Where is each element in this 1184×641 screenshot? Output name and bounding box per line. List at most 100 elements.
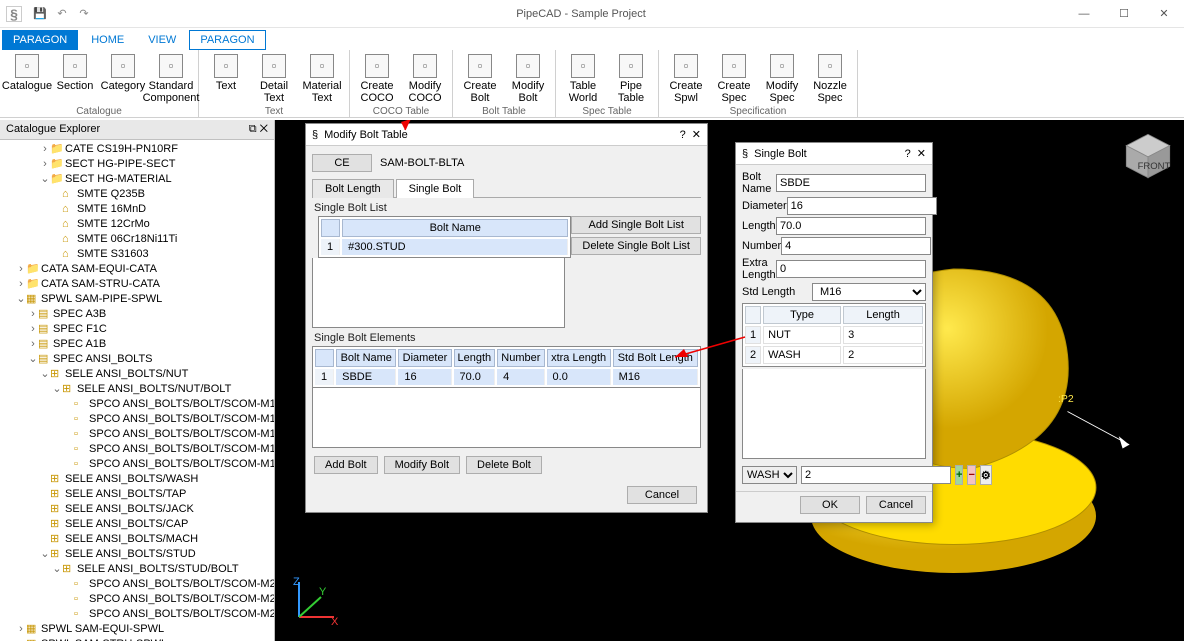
tree-node[interactable]: ⊞ SELE ANSI_BOLTS/MACH [4, 532, 274, 547]
settings-icon[interactable]: ⚙ [980, 465, 992, 485]
tree-node[interactable]: ▫ SPCO ANSI_BOLTS/BOLT/SCOM-M10 [4, 397, 274, 412]
tree-node[interactable]: ⊞ SELE ANSI_BOLTS/CAP [4, 517, 274, 532]
tree-node[interactable]: ›📁 SECT HG-PIPE-SECT [4, 157, 274, 172]
view-cube[interactable]: FRONT [1122, 130, 1174, 182]
tree-node[interactable]: ⌂ SMTE 06Cr18Ni11Ti [4, 232, 274, 247]
ribbon-material-text[interactable]: ▫MaterialText [299, 52, 345, 104]
field-2-input[interactable] [776, 217, 926, 235]
tree-node[interactable]: ⌄⊞ SELE ANSI_BOLTS/NUT [4, 367, 274, 382]
tree-node[interactable]: ⌄⊞ SELE ANSI_BOLTS/STUD/BOLT [4, 562, 274, 577]
tree-node[interactable]: ⌄▤ SPEC ANSI_BOLTS [4, 352, 274, 367]
close-button[interactable]: ✕ [1144, 0, 1184, 28]
tree-node[interactable]: ⌂ SMTE S31603 [4, 247, 274, 262]
field-1-input[interactable] [787, 197, 937, 215]
field-5-select[interactable]: M16 [812, 283, 926, 301]
ribbon-detail-text[interactable]: ▫DetailText [251, 52, 297, 104]
field-0-input[interactable] [776, 174, 926, 192]
tree-node[interactable]: ›📁 CATA SAM-EQUI-CATA [4, 262, 274, 277]
svg-text::P2: :P2 [1058, 394, 1074, 405]
modify-cancel-button[interactable]: Cancel [627, 486, 697, 504]
tree-node[interactable]: ⌂ SMTE 16MnD [4, 202, 274, 217]
menu-tab-paragon[interactable]: PARAGON [2, 30, 78, 50]
tree-node[interactable]: ›▦ SPWL SAM-STRU-SPWL [4, 637, 274, 641]
ribbon-create-coco[interactable]: ▫CreateCOCO [354, 52, 400, 104]
dialog-close-icon[interactable]: ✕ [917, 147, 926, 160]
ribbon-section[interactable]: ▫Section [52, 52, 98, 92]
field-label: Diameter [742, 200, 787, 212]
tree-node[interactable]: ›▤ SPEC A3B [4, 307, 274, 322]
tree-node[interactable]: ›📁 CATA SAM-STRU-CATA [4, 277, 274, 292]
tree-node[interactable]: ⌂ SMTE 12CrMo [4, 217, 274, 232]
tree-node[interactable]: ⊞ SELE ANSI_BOLTS/JACK [4, 502, 274, 517]
ribbon-group-label: Specification [730, 104, 787, 119]
ribbon-modify-bolt[interactable]: ▫ModifyBolt [505, 52, 551, 104]
tree-node[interactable]: ⌂ SMTE Q235B [4, 187, 274, 202]
ribbon-catalogue[interactable]: ▫Catalogue [4, 52, 50, 92]
tree-node[interactable]: ▫ SPCO ANSI_BOLTS/BOLT/SCOM-M16 [4, 442, 274, 457]
tab-single-bolt[interactable]: Single Bolt [396, 179, 475, 198]
tree-node[interactable]: ▫ SPCO ANSI_BOLTS/BOLT/SCOM-M14 [4, 427, 274, 442]
tree-node[interactable]: ›▤ SPEC F1C [4, 322, 274, 337]
single-dialog-title: Single Bolt [754, 148, 899, 160]
undo-icon[interactable]: ↶ [54, 6, 70, 22]
remove-row-icon[interactable]: − [967, 465, 975, 485]
tree-node[interactable]: ▫ SPCO ANSI_BOLTS/BOLT/SCOM-M18 [4, 457, 274, 472]
add-bolt-button[interactable]: Add Bolt [314, 456, 378, 474]
ce-button[interactable]: CE [312, 154, 372, 172]
tree-node[interactable]: ›▦ SPWL SAM-EQUI-SPWL [4, 622, 274, 637]
ribbon-nozzle-spec[interactable]: ▫NozzleSpec [807, 52, 853, 104]
tree-node[interactable]: ›📁 CATE CS19H-PN10RF [4, 142, 274, 157]
explorer-close-icon[interactable]: ✕ [260, 123, 268, 135]
minimize-button[interactable]: — [1064, 0, 1104, 28]
add-value-input[interactable] [801, 466, 951, 484]
single-ok-button[interactable]: OK [800, 496, 860, 514]
single-bolt-list-table[interactable]: Bolt Name 1#300.STUD [318, 216, 571, 258]
save-icon[interactable]: 💾 [32, 6, 48, 22]
ribbon-create-spwl[interactable]: ▫CreateSpwl [663, 52, 709, 104]
tree-node[interactable]: ▫ SPCO ANSI_BOLTS/BOLT/SCOM-M12 [4, 412, 274, 427]
tree-node[interactable]: ▫ SPCO ANSI_BOLTS/BOLT/SCOM-M22 [4, 592, 274, 607]
menu-tab-paragon[interactable]: PARAGON [189, 30, 265, 50]
tree-node[interactable]: ⊞ SELE ANSI_BOLTS/WASH [4, 472, 274, 487]
maximize-button[interactable]: ☐ [1104, 0, 1144, 28]
explorer-float-icon[interactable]: ⧉ [249, 123, 257, 135]
extras-table[interactable]: TypeLength 1NUT3 2WASH2 [742, 303, 926, 367]
redo-icon[interactable]: ↷ [76, 6, 92, 22]
ribbon-create-bolt[interactable]: ▫CreateBolt [457, 52, 503, 104]
dialog-help-icon[interactable]: ? [905, 148, 911, 160]
single-cancel-button[interactable]: Cancel [866, 496, 926, 514]
tree-node[interactable]: ⊞ SELE ANSI_BOLTS/TAP [4, 487, 274, 502]
dialog-help-icon[interactable]: ? [680, 129, 686, 141]
ribbon-modify-spec[interactable]: ▫ModifySpec [759, 52, 805, 104]
ribbon-group-label: Bolt Table [482, 104, 526, 119]
ribbon-create-spec[interactable]: ▫CreateSpec [711, 52, 757, 104]
ribbon-category[interactable]: ▫Category [100, 52, 146, 92]
ribbon-standard-component[interactable]: ▫StandardComponent [148, 52, 194, 104]
single-bolt-elements-table[interactable]: Bolt NameDiameterLengthNumberxtra Length… [312, 346, 701, 388]
tree-node[interactable]: ⌄⊞ SELE ANSI_BOLTS/STUD [4, 547, 274, 562]
menu-tab-home[interactable]: HOME [80, 30, 135, 50]
ribbon-pipe-table[interactable]: ▫PipeTable [608, 52, 654, 104]
add-row-icon[interactable]: + [955, 465, 963, 485]
single-bolt-elements-label: Single Bolt Elements [314, 332, 699, 344]
field-3-input[interactable] [781, 237, 931, 255]
tree-node[interactable]: ▫ SPCO ANSI_BOLTS/BOLT/SCOM-M20 [4, 577, 274, 592]
tree-node[interactable]: ⌄▦ SPWL SAM-PIPE-SPWL [4, 292, 274, 307]
ribbon-table-world[interactable]: ▫TableWorld [560, 52, 606, 104]
delete-bolt-button[interactable]: Delete Bolt [466, 456, 542, 474]
add-type-select[interactable]: WASH [742, 466, 797, 484]
tree-node[interactable]: ›▤ SPEC A1B [4, 337, 274, 352]
tree-node[interactable]: ⌄📁 SECT HG-MATERIAL [4, 172, 274, 187]
tree-node[interactable]: ⌄⊞ SELE ANSI_BOLTS/NUT/BOLT [4, 382, 274, 397]
ribbon-modify-coco[interactable]: ▫ModifyCOCO [402, 52, 448, 104]
tree-node[interactable]: ▫ SPCO ANSI_BOLTS/BOLT/SCOM-M24 [4, 607, 274, 622]
menu-tab-view[interactable]: VIEW [137, 30, 187, 50]
ribbon-text[interactable]: ▫Text [203, 52, 249, 92]
add-single-bolt-list-button[interactable]: Add Single Bolt List [571, 216, 701, 234]
single-bolt-dialog: § Single Bolt ? ✕ Bolt NameDiameterLengt… [735, 142, 933, 523]
tab-bolt-length[interactable]: Bolt Length [312, 179, 394, 198]
delete-single-bolt-list-button[interactable]: Delete Single Bolt List [571, 237, 701, 255]
dialog-close-icon[interactable]: ✕ [692, 128, 701, 141]
modify-bolt-button[interactable]: Modify Bolt [384, 456, 460, 474]
field-4-input[interactable] [776, 260, 926, 278]
